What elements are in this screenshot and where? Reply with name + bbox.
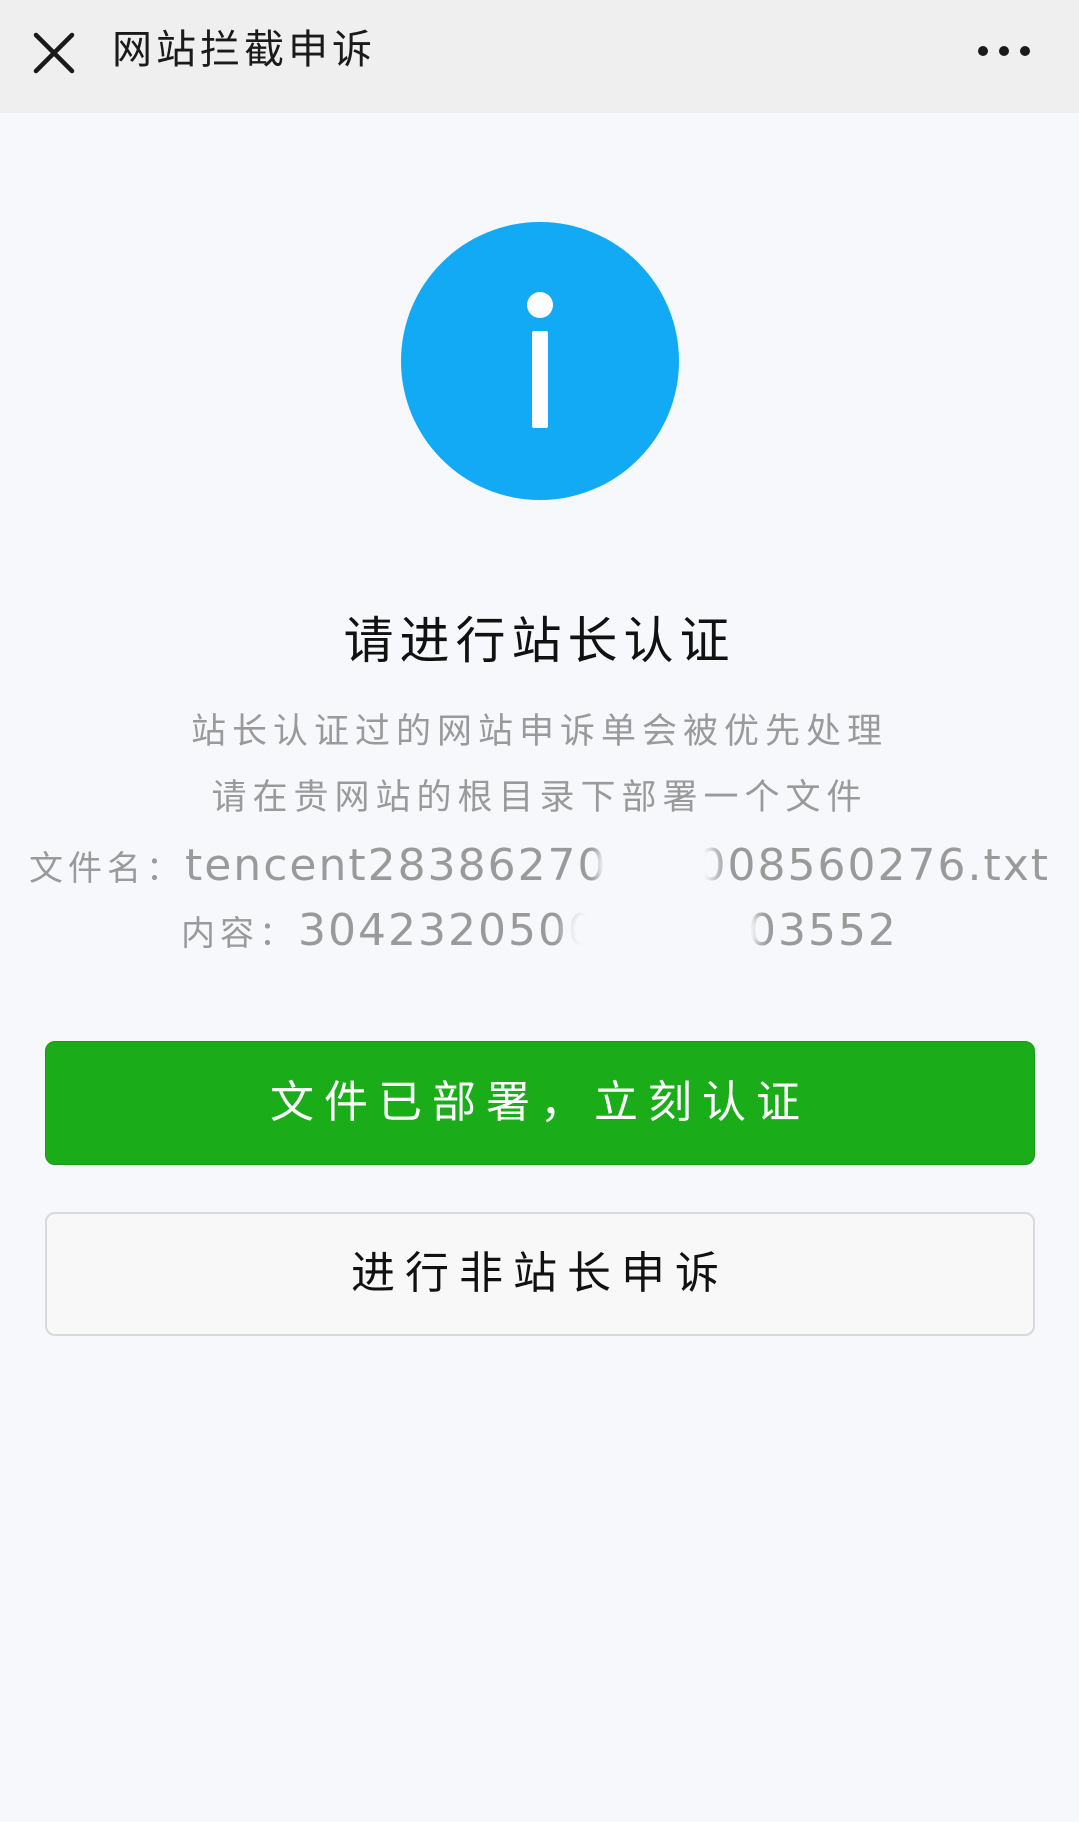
non-webmaster-appeal-button[interactable]: 进行非站长申诉	[45, 1212, 1035, 1336]
description-line-2: 请在贵网站的根目录下部署一个文件	[211, 778, 868, 818]
file-content-line: 内容：30423205000000003552	[0, 903, 1079, 962]
file-name-line: 文件名：tencent28386270000008560276.txt	[0, 838, 1079, 897]
heading: 请进行站长认证	[343, 612, 736, 670]
more-button[interactable]	[969, 26, 1039, 74]
redaction-blur	[565, 900, 760, 962]
more-horizontal-icon	[978, 46, 1030, 56]
file-content-label: 内容：	[181, 914, 299, 954]
description-line-1: 站长认证过的网站申诉单会被优先处理	[190, 712, 888, 752]
close-icon	[33, 32, 75, 74]
file-name-label: 文件名：	[28, 849, 185, 889]
top-bar: 网站拦截申诉	[0, 0, 1079, 113]
page-title: 网站拦截申诉	[112, 27, 376, 73]
verify-now-button[interactable]: 文件已部署，立刻认证	[45, 1041, 1035, 1165]
close-button[interactable]	[22, 17, 86, 81]
redaction-blur	[596, 834, 718, 896]
info-icon	[401, 222, 679, 500]
